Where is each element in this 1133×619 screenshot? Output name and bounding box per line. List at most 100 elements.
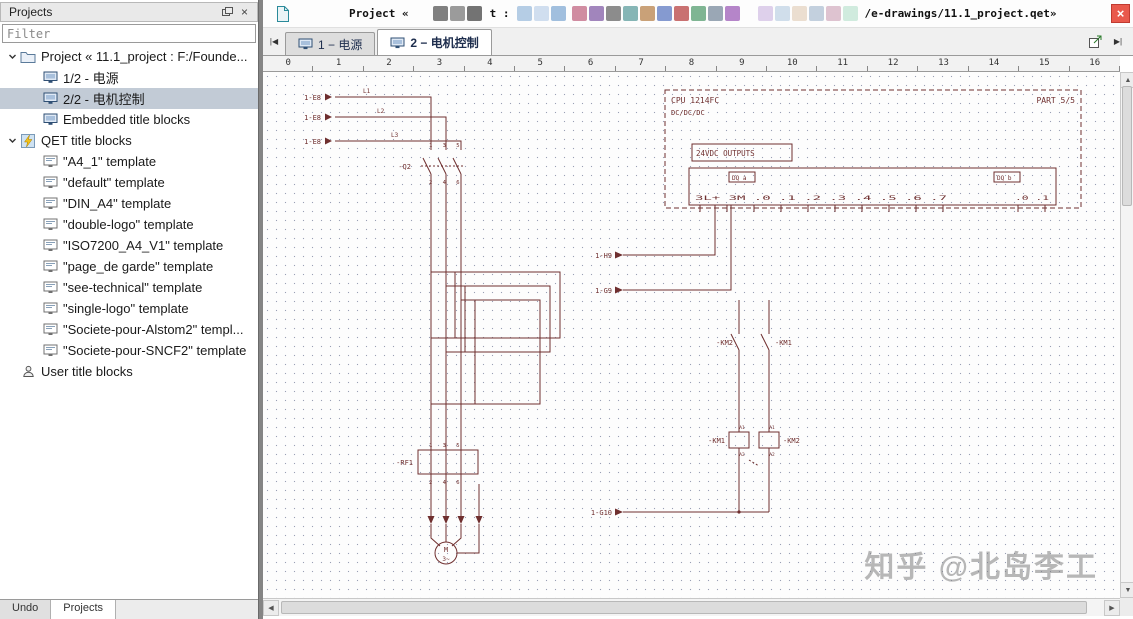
expander-icon[interactable] — [6, 134, 19, 147]
tab-label: 1 − 电源 — [318, 37, 363, 52]
ruler-number: 14 — [969, 56, 1020, 71]
toolbar-icon[interactable] — [674, 6, 690, 21]
ruler-number: 7 — [616, 56, 667, 71]
toolbar-icon[interactable] — [517, 6, 533, 21]
rf1-box — [417, 449, 479, 475]
vertical-scroll-thumb[interactable] — [1122, 86, 1132, 206]
tree-item-label: "ISO7200_A4_V1" template — [63, 238, 224, 253]
first-tab-icon[interactable]: |◀ — [263, 32, 285, 52]
filter-input[interactable] — [2, 24, 256, 43]
tab-diagram-2[interactable]: 2 − 电机控制 — [377, 29, 492, 55]
tree-item[interactable]: "single-logo" template — [0, 298, 258, 319]
tree-item[interactable]: "page_de garde" template — [0, 256, 258, 277]
ruler-number: 0 — [263, 56, 314, 71]
project-tree: Project « 11.1_project : F:/Founde... 1/2… — [0, 46, 258, 598]
ruler-number: 2 — [364, 56, 415, 71]
tree-item-label: User title blocks — [41, 364, 133, 379]
tree-item[interactable]: "ISO7200_A4_V1" template — [0, 235, 258, 256]
toolbar-icon[interactable] — [708, 6, 724, 21]
scroll-down-icon[interactable]: ▼ — [1120, 582, 1133, 598]
tab-undo[interactable]: Undo — [0, 600, 52, 619]
toolbar-icon[interactable] — [792, 6, 808, 21]
scroll-left-icon[interactable]: ◀ — [263, 600, 279, 616]
toolbar-icon[interactable] — [691, 6, 707, 21]
template-icon — [41, 155, 59, 169]
toolbar-icon[interactable] — [432, 6, 448, 21]
label-cpu-sub: DC/DC/DC — [671, 109, 705, 117]
toolbar-icon[interactable] — [809, 6, 825, 21]
template-icon — [41, 218, 59, 232]
tree-item[interactable]: "A4_1" template — [0, 151, 258, 172]
toolbar-icon[interactable] — [572, 6, 588, 21]
toolbar-icon[interactable] — [775, 6, 791, 21]
toolbar-icon[interactable] — [758, 6, 774, 21]
projects-panel-titlebar: Projects × — [0, 2, 258, 22]
close-panel-icon[interactable]: × — [236, 5, 253, 20]
detach-diagram-icon[interactable] — [1085, 32, 1107, 52]
vertical-scrollbar[interactable]: ▲ ▼ — [1120, 72, 1133, 598]
ruler-number: 1 — [313, 56, 365, 71]
label-a2-1: A2 — [739, 452, 745, 458]
tree-item[interactable]: Embedded title blocks — [0, 109, 258, 130]
toolbar-icon[interactable] — [623, 6, 639, 21]
label-rf1: -RF1 — [396, 459, 413, 467]
toolbar-icon[interactable] — [551, 6, 567, 21]
sidebar-bottom-tabs: Undo Projects — [0, 599, 258, 619]
tree-item[interactable]: "Societe-pour-SNCF2" template — [0, 340, 258, 361]
interlock-link — [748, 459, 760, 467]
label-l2: L2 — [377, 108, 385, 115]
toolbar-cluster-c — [572, 6, 741, 21]
toolbar-icon[interactable] — [606, 6, 622, 21]
tree-item[interactable]: "double-logo" template — [0, 214, 258, 235]
tree-item-label: "Societe-pour-SNCF2" template — [63, 343, 247, 358]
tree-item[interactable]: 2/2 - 电机控制 — [0, 88, 258, 109]
horizontal-scroll-thumb[interactable] — [281, 601, 1087, 614]
ruler-number: 16 — [1070, 56, 1121, 71]
label-pins-a: 3L+ 3M .0 .1 .2 .3 .4 .5 .6 .7 — [695, 195, 948, 202]
template-icon — [41, 281, 59, 295]
tree-item[interactable]: QET title blocks — [0, 130, 258, 151]
label-outputs: 24VDC OUTPUTS — [696, 149, 755, 158]
tree-item[interactable]: User title blocks — [0, 361, 258, 382]
contactor-loop-1 — [454, 271, 561, 339]
ruler-number: 11 — [817, 56, 869, 71]
toolbar-icon[interactable] — [589, 6, 605, 21]
diagram-canvas[interactable]: 1-E8 1-E8 1-E8 L1 L2 L3 -Q2 1 3 5 2 4 6 … — [263, 72, 1120, 598]
tree-item[interactable]: "see-technical" template — [0, 277, 258, 298]
toolbar-icon[interactable] — [725, 6, 741, 21]
toolbar-icon[interactable] — [826, 6, 842, 21]
toolbar-icon[interactable] — [843, 6, 859, 21]
diagram-icon — [298, 38, 313, 50]
toolbar-icon[interactable] — [466, 6, 482, 21]
panel-title: Projects — [9, 5, 53, 19]
tab-diagram-1[interactable]: 1 − 电源 — [285, 32, 376, 55]
scroll-right-icon[interactable]: ▶ — [1104, 600, 1120, 616]
last-tab-icon[interactable]: ▶| — [1107, 32, 1129, 52]
tree-item-label: Embedded title blocks — [63, 112, 191, 127]
tree-item[interactable]: 1/2 - 电源 — [0, 67, 258, 88]
float-panel-icon[interactable] — [219, 5, 236, 20]
close-button[interactable]: × — [1111, 4, 1130, 23]
label-dq-a: DQ a — [732, 175, 747, 182]
toolbar-icon[interactable] — [640, 6, 656, 21]
tree-item[interactable]: "default" template — [0, 172, 258, 193]
label-km1-contact: -KM1 — [775, 339, 792, 347]
expander-icon[interactable] — [6, 50, 19, 63]
tree-item[interactable]: "DIN_A4" template — [0, 193, 258, 214]
label-km2-contact: -KM2 — [716, 339, 733, 347]
tree-item[interactable]: Project « 11.1_project : F:/Founde... — [0, 46, 258, 67]
tree-item[interactable]: "Societe-pour-Alstom2" templ... — [0, 319, 258, 340]
toolbar-icon[interactable] — [449, 6, 465, 21]
toolbar-icon[interactable] — [534, 6, 550, 21]
tab-projects[interactable]: Projects — [51, 600, 117, 619]
window-title-mid: t : — [489, 7, 510, 20]
toolbar-icon[interactable] — [657, 6, 673, 21]
horizontal-scrollbar[interactable]: ◀ ▶ — [263, 598, 1120, 616]
label-a1-2: A1 — [769, 425, 775, 431]
